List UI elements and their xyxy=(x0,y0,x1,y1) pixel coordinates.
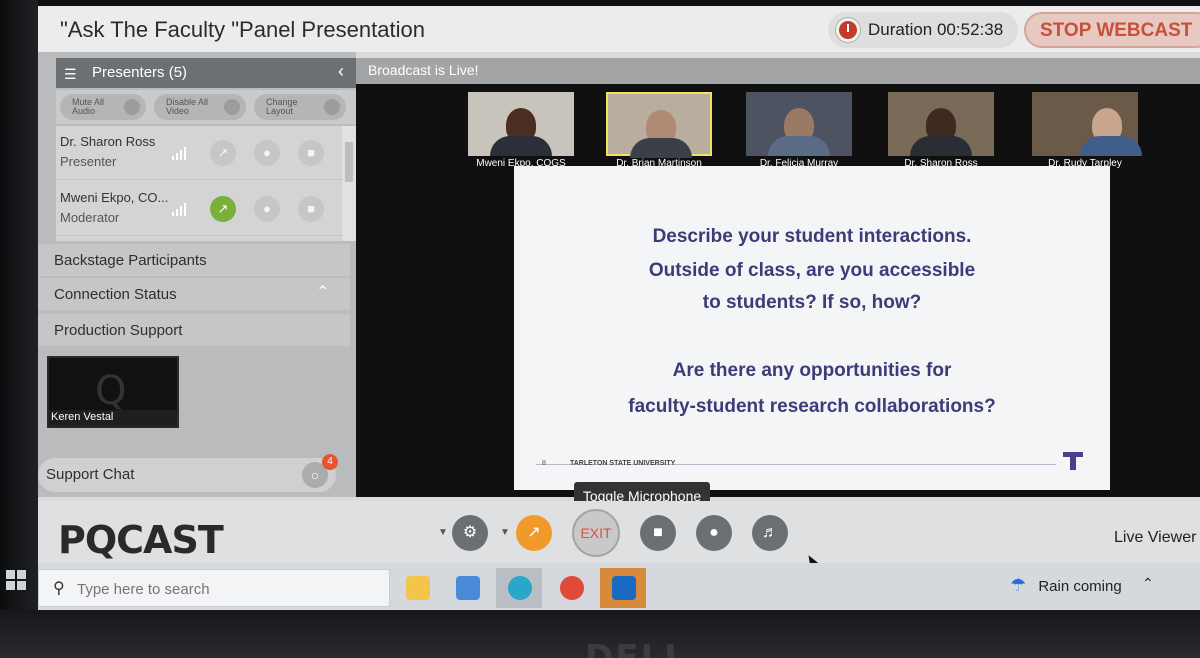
share-screen-icon[interactable]: ↗ xyxy=(210,196,236,222)
slide-footer-text: TARLETON STATE UNIVERSITY xyxy=(570,460,676,467)
file-explorer-icon[interactable] xyxy=(394,568,440,608)
video-tile[interactable] xyxy=(1032,92,1142,156)
video-tile-active-speaker[interactable] xyxy=(606,92,712,158)
list-icon: ☰ xyxy=(64,66,77,82)
video-tile[interactable] xyxy=(746,92,852,156)
presenter-list-scrollbar[interactable] xyxy=(342,126,356,241)
microphone-icon[interactable]: ● xyxy=(254,196,280,222)
presentation-slide: Describe your student interactions. Outs… xyxy=(514,166,1110,490)
share-screen-icon[interactable]: ↗ xyxy=(210,140,236,166)
slide-text-line: to students? If so, how? xyxy=(702,292,922,313)
participant-name: Keren Vestal xyxy=(49,410,177,426)
video-tile[interactable] xyxy=(468,92,574,156)
presenter-role: Moderator xyxy=(60,210,120,225)
chevron-up-icon[interactable]: ⌃ xyxy=(316,282,329,302)
support-chat-button[interactable]: Support Chat ○ 4 xyxy=(38,454,338,492)
window-title: "Ask The Faculty "Panel Presentation xyxy=(60,17,425,42)
live-viewers-label[interactable]: Live Viewer xyxy=(1114,529,1196,547)
video-camera-icon[interactable]: ■ xyxy=(298,196,324,222)
duration-text: Duration 00:52:38 xyxy=(868,20,1004,39)
connection-status-label: Connection Status xyxy=(54,286,177,303)
video-tile[interactable] xyxy=(888,92,994,156)
broadcast-status: Broadcast is Live! xyxy=(368,62,479,78)
weather-text: Rain coming xyxy=(1038,578,1122,595)
exit-button[interactable]: EXIT xyxy=(572,509,620,557)
presenter-list: Dr. Sharon Ross Presenter ↗ ● ■ Mweni Ek… xyxy=(56,126,356,241)
outlook-icon[interactable] xyxy=(600,568,646,608)
slide-text-line: Outside of class, are you accessible xyxy=(648,260,976,281)
slide-text-line: Describe your student interactions. xyxy=(652,226,972,247)
participant-preview-tile[interactable]: Q Keren Vestal xyxy=(47,356,179,428)
grid-layout-icon xyxy=(324,99,340,115)
screen: "Ask The Faculty "Panel Presentation Dur… xyxy=(38,6,1200,610)
search-icon: ⚲ xyxy=(53,580,65,597)
disable-all-video-label: Disable All Video xyxy=(166,97,209,116)
share-screen-button[interactable]: ↗ xyxy=(516,515,552,551)
left-panel: ☰ Presenters (5) ‹ Mute All Audio Disabl… xyxy=(38,52,356,497)
signal-strength-icon xyxy=(172,202,188,216)
collapse-panel-icon[interactable]: ‹ xyxy=(338,61,344,82)
presenters-title: Presenters (5) xyxy=(92,64,188,81)
microsoft-store-icon[interactable] xyxy=(444,568,490,608)
presenters-header[interactable]: ☰ Presenters (5) ‹ xyxy=(56,58,356,88)
presenter-controls: Mute All Audio Disable All Video Change … xyxy=(56,90,356,124)
university-logo-icon xyxy=(1063,452,1083,470)
chevron-down-icon[interactable]: ▼ xyxy=(500,527,510,538)
mute-all-audio-label: Mute All Audio xyxy=(72,97,105,116)
connection-status-section[interactable]: Connection Status ⌃ xyxy=(38,278,350,310)
presenter-name: Dr. Sharon Ross xyxy=(60,134,156,149)
scrollbar-thumb[interactable] xyxy=(345,142,353,182)
chrome-browser-icon[interactable] xyxy=(548,568,594,608)
slide-text-line: faculty-student research collaborations? xyxy=(628,396,996,417)
chat-unread-badge: 4 xyxy=(322,454,338,470)
weather-widget[interactable]: ☂ Rain coming xyxy=(1010,575,1122,596)
slide-text-line: Are there any opportunities for xyxy=(672,360,952,381)
production-support-section[interactable]: Production Support xyxy=(38,314,350,346)
backstage-participants-label: Backstage Participants xyxy=(54,252,207,269)
change-layout-button[interactable]: Change Layout xyxy=(254,94,346,120)
production-support-label: Production Support xyxy=(54,322,183,339)
slide-page-number: 8 xyxy=(542,460,546,467)
participant-initial: Q xyxy=(95,368,127,414)
timer-icon xyxy=(836,18,860,42)
windows-taskbar: ⚲ ☂ Rain coming ⌃ xyxy=(38,563,1200,610)
microphone-icon[interactable]: ● xyxy=(254,140,280,166)
backstage-participants-section[interactable]: Backstage Participants xyxy=(38,244,350,276)
bottom-toolbar: PQCAST ▼ ⚙ ▼ ↗ EXIT ■ ● ♬ Live Viewer xyxy=(38,501,1200,563)
microphone-icon xyxy=(124,99,140,115)
broadcast-stage: Mweni Ekpo, COGS Dr. Brian Martinson Dr.… xyxy=(356,84,1200,497)
video-camera-button[interactable]: ■ xyxy=(640,515,676,551)
broadcast-status-bar: Broadcast is Live! xyxy=(356,58,1200,84)
search-input[interactable] xyxy=(77,578,377,600)
speaker-volume-button[interactable]: ♬ xyxy=(752,515,788,551)
monitor-bezel-left xyxy=(0,0,38,610)
title-bar: "Ask The Faculty "Panel Presentation Dur… xyxy=(38,6,1200,52)
video-camera-icon[interactable]: ■ xyxy=(298,140,324,166)
dell-logo-icon: DELL xyxy=(585,638,688,658)
pqcast-logo: PQCAST xyxy=(58,518,224,562)
mute-all-audio-button[interactable]: Mute All Audio xyxy=(60,94,146,120)
presenter-role: Presenter xyxy=(60,154,117,169)
system-tray-chevron-icon[interactable]: ⌃ xyxy=(1142,575,1154,592)
support-chat-label: Support Chat xyxy=(46,466,135,483)
chevron-down-icon[interactable]: ▼ xyxy=(438,527,448,538)
taskbar-search[interactable]: ⚲ xyxy=(38,569,390,607)
edge-browser-icon[interactable] xyxy=(496,568,542,608)
presenter-row[interactable]: Mweni Ekpo, CO... Moderator ↗ ● ■ xyxy=(56,182,342,236)
windows-start-icon[interactable] xyxy=(6,570,26,590)
stop-webcast-button[interactable]: STOP WEBCAST xyxy=(1024,12,1200,48)
toggle-microphone-button[interactable]: ● xyxy=(696,515,732,551)
presenter-name: Mweni Ekpo, CO... xyxy=(60,190,169,205)
disable-all-video-button[interactable]: Disable All Video xyxy=(154,94,246,120)
duration-indicator: Duration 00:52:38 xyxy=(828,12,1018,48)
video-camera-icon xyxy=(224,99,240,115)
signal-strength-icon xyxy=(172,146,188,160)
settings-gear-button[interactable]: ⚙ xyxy=(452,515,488,551)
change-layout-label: Change Layout xyxy=(266,97,298,116)
presenter-row[interactable]: Dr. Sharon Ross Presenter ↗ ● ■ xyxy=(56,126,342,180)
umbrella-icon: ☂ xyxy=(1010,575,1027,595)
